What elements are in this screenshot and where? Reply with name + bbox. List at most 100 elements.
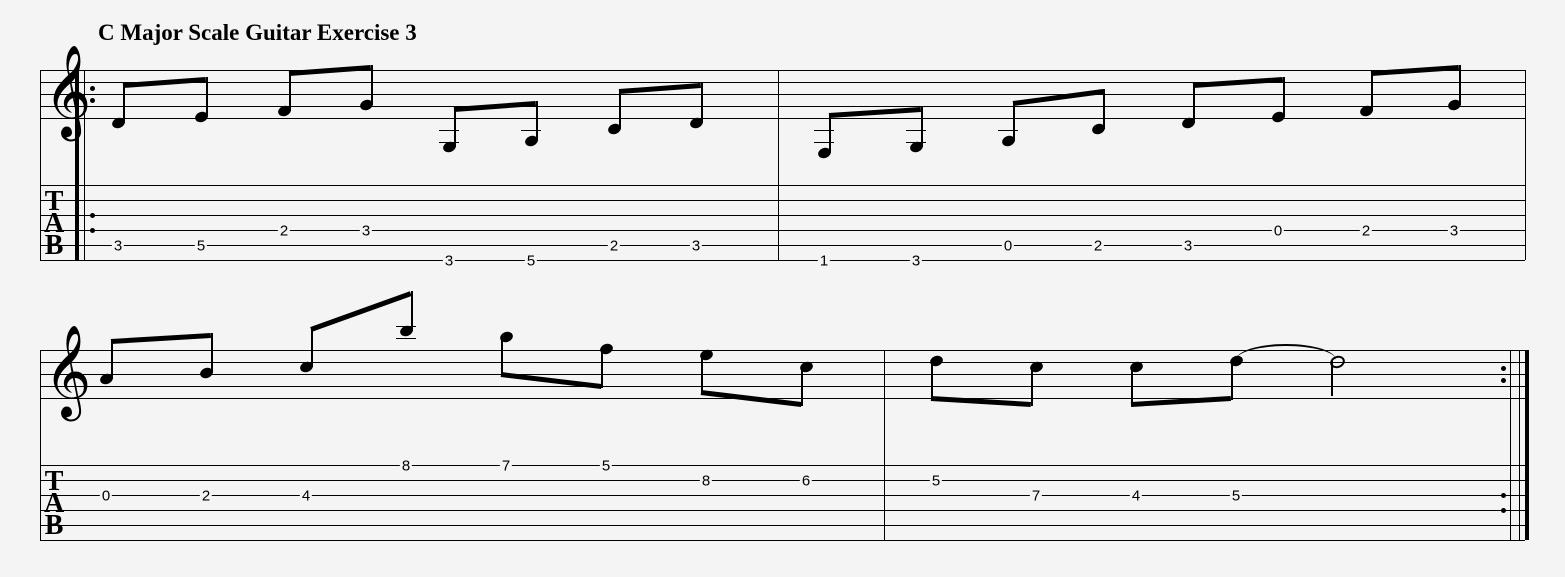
stem xyxy=(111,339,113,379)
ledger-line xyxy=(521,130,541,131)
repeat-dot xyxy=(90,213,95,218)
sheet-music: C Major Scale Guitar Exercise 3 𝄞 TAB 3 5 2 3… xyxy=(0,0,1565,577)
ledger-line xyxy=(814,130,834,131)
stem xyxy=(931,361,933,400)
stem xyxy=(601,349,603,388)
stem xyxy=(1193,83,1195,123)
standard-notation-staff xyxy=(40,70,1525,118)
stem xyxy=(1459,65,1461,105)
barline xyxy=(40,70,41,260)
fret-number: 2 xyxy=(608,238,620,255)
beam xyxy=(111,333,211,344)
barline xyxy=(40,350,41,540)
fret-number: 3 xyxy=(112,238,124,255)
fret-number: 3 xyxy=(1182,238,1194,255)
fret-number: 0 xyxy=(100,488,112,505)
fret-number: 4 xyxy=(1130,488,1142,505)
stem xyxy=(1283,77,1285,117)
fret-number: 2 xyxy=(1360,223,1372,240)
ledger-line xyxy=(998,118,1018,119)
fret-number: 3 xyxy=(910,253,922,270)
stem xyxy=(701,83,703,123)
fret-number: 0 xyxy=(1272,223,1284,240)
ledger-line xyxy=(1356,118,1376,119)
ledger-line xyxy=(604,118,624,119)
ledger-line xyxy=(814,118,834,119)
fret-number: 7 xyxy=(1030,488,1042,505)
stem xyxy=(921,107,923,147)
barline xyxy=(1525,70,1526,260)
repeat-dot xyxy=(1501,378,1506,383)
fret-number: 3 xyxy=(690,238,702,255)
stem xyxy=(1131,367,1133,406)
fret-number: 2 xyxy=(1092,238,1104,255)
ledger-line xyxy=(356,118,376,119)
repeat-dot xyxy=(1501,493,1506,498)
ledger-line xyxy=(906,130,926,131)
stem xyxy=(701,355,703,394)
treble-clef-icon: 𝄞 xyxy=(44,332,91,412)
ledger-line xyxy=(814,142,834,143)
ledger-line xyxy=(906,118,926,119)
stem xyxy=(1231,361,1233,400)
barline xyxy=(1510,350,1511,540)
repeat-dot xyxy=(1501,366,1506,371)
stem xyxy=(501,337,503,376)
fret-number: 7 xyxy=(500,458,512,475)
fret-number: 5 xyxy=(525,253,537,270)
fret-number: 3 xyxy=(1448,223,1460,240)
stem xyxy=(123,83,125,123)
stem xyxy=(411,291,413,331)
ledger-line xyxy=(439,118,459,119)
stem xyxy=(801,367,803,406)
fret-number: 3 xyxy=(360,223,372,240)
fret-number: 5 xyxy=(930,473,942,490)
ledger-line xyxy=(1444,118,1464,119)
stem xyxy=(211,333,213,373)
stem xyxy=(536,101,538,141)
barline-thick xyxy=(1525,350,1529,540)
tab-clef-label: TAB xyxy=(44,191,64,257)
stem xyxy=(1031,367,1033,406)
tab-letter-b: B xyxy=(44,235,64,257)
repeat-dot xyxy=(90,228,95,233)
tie xyxy=(1236,344,1336,360)
stem xyxy=(829,113,831,153)
repeat-dot xyxy=(1501,508,1506,513)
stem xyxy=(454,107,456,147)
ledger-line xyxy=(998,130,1018,131)
fret-number: 6 xyxy=(800,473,812,490)
stem xyxy=(1013,101,1015,141)
tab-letter-b: B xyxy=(44,515,64,537)
stem xyxy=(619,89,621,129)
barline xyxy=(778,70,779,260)
fret-number: 5 xyxy=(600,458,612,475)
tab-clef-label: TAB xyxy=(44,471,64,537)
tablature-staff xyxy=(40,465,1525,540)
fret-number: 5 xyxy=(195,238,207,255)
fret-number: 2 xyxy=(200,488,212,505)
barline xyxy=(884,350,885,540)
stem xyxy=(1331,361,1333,396)
ledger-line xyxy=(521,118,541,119)
fret-number: 3 xyxy=(443,253,455,270)
stem xyxy=(1103,89,1105,129)
piece-title: C Major Scale Guitar Exercise 3 xyxy=(98,20,417,46)
fret-number: 2 xyxy=(278,223,290,240)
ledger-line xyxy=(396,338,416,339)
stem xyxy=(371,65,373,105)
fret-number: 8 xyxy=(400,458,412,475)
fret-number: 5 xyxy=(1230,488,1242,505)
ledger-line xyxy=(274,118,294,119)
stem xyxy=(206,77,208,117)
stem xyxy=(289,71,291,111)
barline xyxy=(1519,350,1520,540)
fret-number: 8 xyxy=(700,473,712,490)
fret-number: 1 xyxy=(818,253,830,270)
fret-number: 0 xyxy=(1002,238,1014,255)
stem xyxy=(311,327,313,367)
tablature-staff xyxy=(40,185,1525,260)
ledger-line xyxy=(1088,118,1108,119)
fret-number: 4 xyxy=(300,488,312,505)
ledger-line xyxy=(439,130,459,131)
